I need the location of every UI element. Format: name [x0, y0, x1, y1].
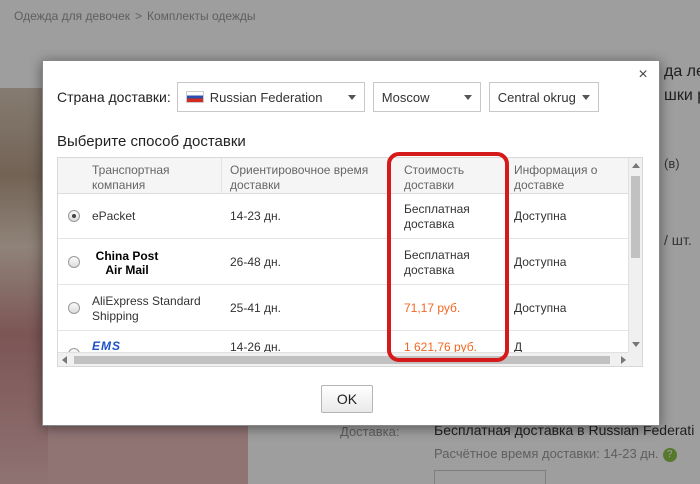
scroll-thumb[interactable]	[74, 356, 610, 364]
carrier-logo: China Post Air Mail	[84, 240, 222, 285]
city-select[interactable]: Moscow	[372, 82, 481, 112]
city-value: Moscow	[381, 89, 430, 105]
chevron-down-icon	[581, 95, 590, 100]
scroll-right-icon[interactable]	[621, 356, 626, 364]
destination-row: Страна доставки: Russian Federation Mosc…	[57, 81, 607, 113]
scroll-up-icon[interactable]	[632, 163, 640, 168]
carrier-name: ePacket	[92, 209, 136, 223]
country-label: Страна доставки:	[57, 89, 171, 105]
table-row[interactable]: China Post Air Mail 26-48 дн. Бесплатная…	[58, 240, 630, 285]
carrier-radio[interactable]	[68, 302, 80, 314]
country-select[interactable]: Russian Federation	[176, 82, 365, 112]
chevron-down-icon	[463, 95, 472, 100]
scroll-down-icon[interactable]	[632, 342, 640, 347]
vertical-scrollbar[interactable]	[628, 158, 642, 352]
china-post-logo: China Post Air Mail	[95, 248, 159, 277]
horizontal-scrollbar[interactable]	[58, 352, 630, 366]
russia-flag-icon	[185, 91, 204, 103]
carrier-name: AliExpress Standard Shipping	[92, 293, 201, 323]
chevron-down-icon	[347, 95, 356, 100]
table-row[interactable]: ePacket 14-23 дн. Бесплатная доставка До…	[58, 194, 630, 239]
table-row[interactable]: AliExpress Standard Shipping 25-41 дн. 7…	[58, 286, 630, 331]
country-value: Russian Federation	[209, 89, 323, 105]
table-header: Транспортная компания Ориентировочное вр…	[58, 158, 642, 194]
scroll-corner	[628, 352, 642, 366]
delivery-info: Доступна	[514, 209, 567, 223]
district-select[interactable]: Central okrug	[488, 82, 599, 112]
column-header-carrier: Транспортная компания	[84, 158, 222, 194]
shipping-dialog: × Страна доставки: Russian Federation Mo…	[42, 60, 660, 426]
delivery-info: Доступна	[514, 255, 567, 269]
ok-button[interactable]: OK	[321, 385, 373, 413]
delivery-time: 26-48 дн.	[230, 255, 281, 269]
column-header-info: Информация о доставке	[514, 163, 598, 192]
method-title: Выберите способ доставки	[57, 133, 246, 150]
delivery-time: 25-41 дн.	[230, 301, 281, 315]
delivery-time: 14-23 дн.	[230, 209, 281, 223]
district-value: Central okrug	[497, 89, 576, 105]
close-button[interactable]: ×	[635, 67, 651, 83]
cost-column-highlight	[387, 152, 509, 362]
scroll-left-icon[interactable]	[62, 356, 67, 364]
carrier-radio[interactable]	[68, 210, 80, 222]
column-header-time: Ориентировочное время доставки	[222, 158, 388, 194]
scroll-thumb[interactable]	[631, 176, 640, 258]
delivery-info: Доступна	[514, 301, 567, 315]
shipping-table: Транспортная компания Ориентировочное вр…	[57, 157, 643, 367]
carrier-radio[interactable]	[68, 256, 80, 268]
